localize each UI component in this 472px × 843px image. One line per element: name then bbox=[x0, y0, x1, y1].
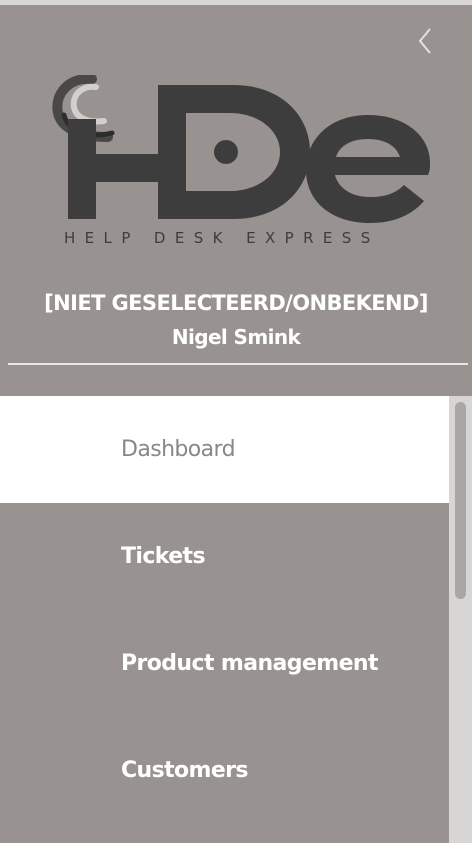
menu-scrollbar[interactable] bbox=[449, 396, 472, 843]
logo-tagline: HELP DESK EXPRESS bbox=[64, 229, 380, 247]
menu-item-tickets[interactable]: Tickets bbox=[0, 503, 449, 610]
menu-item-label: Product management bbox=[121, 651, 378, 676]
hde-logo bbox=[48, 73, 438, 255]
sidebar-menu: Dashboard Tickets Product management Cus… bbox=[0, 396, 449, 843]
header-divider bbox=[8, 363, 468, 365]
menu-item-product-management[interactable]: Product management bbox=[0, 610, 449, 717]
hde-logo-graphic bbox=[52, 73, 430, 223]
menu-item-label: Tickets bbox=[121, 544, 206, 569]
menu-item-label: Customers bbox=[121, 758, 249, 783]
chevron-left-icon bbox=[418, 28, 431, 54]
menu-item-label: Dashboard bbox=[121, 437, 236, 462]
menu-item-dashboard[interactable]: Dashboard bbox=[0, 396, 449, 503]
user-name: Nigel Smink bbox=[171, 325, 301, 349]
scrollbar-thumb[interactable] bbox=[455, 402, 466, 599]
menu-item-customers[interactable]: Customers bbox=[0, 717, 449, 824]
collapse-sidebar-button[interactable] bbox=[410, 23, 440, 59]
company-name: [NIET GESELECTEERD/ONBEKEND] bbox=[44, 291, 428, 315]
sidebar-header: HELP DESK EXPRESS [NIET GESELECTEERD/ONB… bbox=[0, 5, 472, 396]
